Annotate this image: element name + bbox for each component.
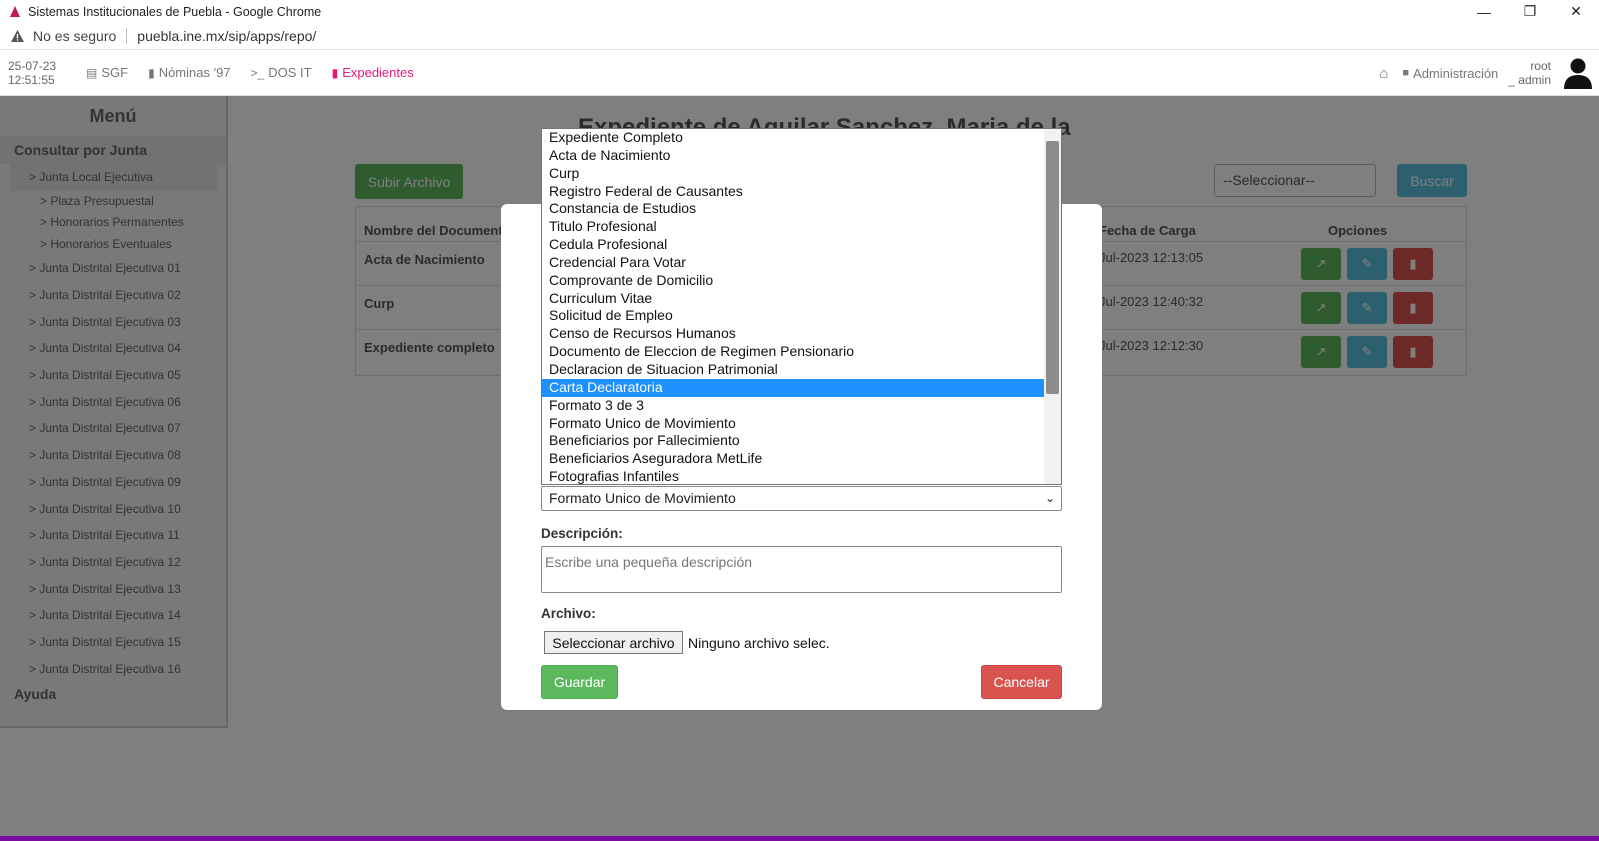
restore-button[interactable]: ❐ xyxy=(1507,0,1553,23)
dropdown-option[interactable]: Expediente Completo xyxy=(542,129,1044,147)
minimize-button[interactable]: — xyxy=(1461,0,1507,23)
avatar-icon[interactable] xyxy=(1561,56,1595,90)
nav-expedientes[interactable]: ▮ Expedientes xyxy=(332,65,414,80)
user-role: _ admin xyxy=(1508,73,1551,87)
nav-sgf[interactable]: ▤ SGF xyxy=(86,65,128,80)
nav-dos-it-label: DOS IT xyxy=(268,65,312,80)
save-button[interactable]: Guardar xyxy=(541,665,618,699)
topnav-right: ⌂ ■ Administración root _ admin xyxy=(1379,50,1599,96)
dropdown-scrollbar-thumb[interactable] xyxy=(1046,141,1059,394)
choose-file-button[interactable]: Seleccionar archivo xyxy=(544,631,683,654)
nav-sgf-label: SGF xyxy=(101,65,129,80)
dropdown-option[interactable]: Credencial Para Votar xyxy=(542,254,1044,272)
user-name: root xyxy=(1530,59,1551,73)
dropdown-option[interactable]: Curriculum Vitae xyxy=(542,290,1044,308)
lock-icon: ■ xyxy=(1402,67,1410,79)
window-title: Sistemas Institucionales de Puebla - Goo… xyxy=(28,4,322,19)
dropdown-option[interactable]: Solicitud de Empleo xyxy=(542,307,1044,325)
file-icon: ▮ xyxy=(331,65,339,80)
home-icon[interactable]: ⌂ xyxy=(1379,65,1388,82)
nav-nominas[interactable]: ▮ Nóminas '97 xyxy=(148,65,230,80)
warning-icon[interactable] xyxy=(10,29,25,43)
time-text: 12:51:55 xyxy=(8,72,55,87)
nav-nominas-label: Nóminas '97 xyxy=(158,65,231,80)
dropdown-option[interactable]: Beneficiarios por Fallecimiento xyxy=(542,432,1044,450)
security-status[interactable]: No es seguro xyxy=(33,28,116,44)
document-type-dropdown[interactable]: Expediente Completo Acta de Nacimiento C… xyxy=(541,128,1062,485)
dropdown-option-highlighted[interactable]: Carta Declaratoria xyxy=(542,378,1044,397)
nav-dos-it[interactable]: >_ DOS IT xyxy=(251,65,312,80)
dropdown-option[interactable]: Constancia de Estudios xyxy=(542,200,1044,218)
window-controls: — ❐ ✕ xyxy=(1461,0,1599,23)
bar-chart-icon: ▮ xyxy=(148,65,155,80)
chevron-down-icon: ⌄ xyxy=(1044,491,1055,505)
document-type-value: Formato Unico de Movimiento xyxy=(549,490,736,506)
dropdown-option[interactable]: Formato 3 de 3 xyxy=(542,397,1044,415)
description-field[interactable] xyxy=(541,546,1062,593)
address-separator xyxy=(126,28,128,44)
dropdown-option[interactable]: Curp xyxy=(542,165,1044,183)
dropdown-option[interactable]: Titulo Profesional xyxy=(542,218,1044,236)
url-text[interactable]: puebla.ine.mx/sip/apps/repo/ xyxy=(137,28,316,44)
dropdown-option[interactable]: Registro Federal de Causantes xyxy=(542,183,1044,201)
datetime: 25-07-23 12:51:55 xyxy=(8,59,76,87)
file-status: Ninguno archivo selec. xyxy=(688,635,830,651)
dropdown-option[interactable]: Cedula Profesional xyxy=(542,236,1044,254)
address-bar[interactable]: No es seguro puebla.ine.mx/sip/apps/repo… xyxy=(0,23,1599,50)
window-titlebar: Sistemas Institucionales de Puebla - Goo… xyxy=(0,0,1599,23)
top-navbar: 25-07-23 12:51:55 ▤ SGF ▮ Nóminas '97 >_… xyxy=(0,50,1599,96)
file-label: Archivo: xyxy=(541,606,596,621)
nav-expedientes-label: Expedientes xyxy=(342,65,414,80)
dropdown-option[interactable]: Fotografias Infantiles xyxy=(542,468,1044,484)
description-label: Descripción: xyxy=(541,526,623,541)
dropdown-option[interactable]: Formato Unico de Movimiento xyxy=(542,415,1044,433)
dropdown-option[interactable]: Acta de Nacimiento xyxy=(542,147,1044,165)
date-text: 25-07-23 xyxy=(8,58,57,73)
document-icon: ▤ xyxy=(86,65,98,80)
dropdown-option[interactable]: Comprovante de Domicilio xyxy=(542,272,1044,290)
user-info: root _ admin xyxy=(1508,59,1551,87)
document-type-select[interactable]: Formato Unico de Movimiento ⌄ xyxy=(541,486,1062,511)
dropdown-option[interactable]: Documento de Eleccion de Regimen Pension… xyxy=(542,343,1044,361)
terminal-icon: >_ xyxy=(250,65,265,80)
admin-link[interactable]: Administración xyxy=(1413,66,1498,81)
close-window-button[interactable]: ✕ xyxy=(1553,0,1599,23)
dropdown-option[interactable]: Declaracion de Situacion Patrimonial xyxy=(542,361,1044,379)
app-logo-icon xyxy=(10,5,20,17)
dropdown-option[interactable]: Censo de Recursos Humanos xyxy=(542,325,1044,343)
dropdown-option[interactable]: Beneficiarios Aseguradora MetLife xyxy=(542,450,1044,468)
footer-bar xyxy=(0,836,1599,841)
cancel-button[interactable]: Cancelar xyxy=(981,665,1062,699)
